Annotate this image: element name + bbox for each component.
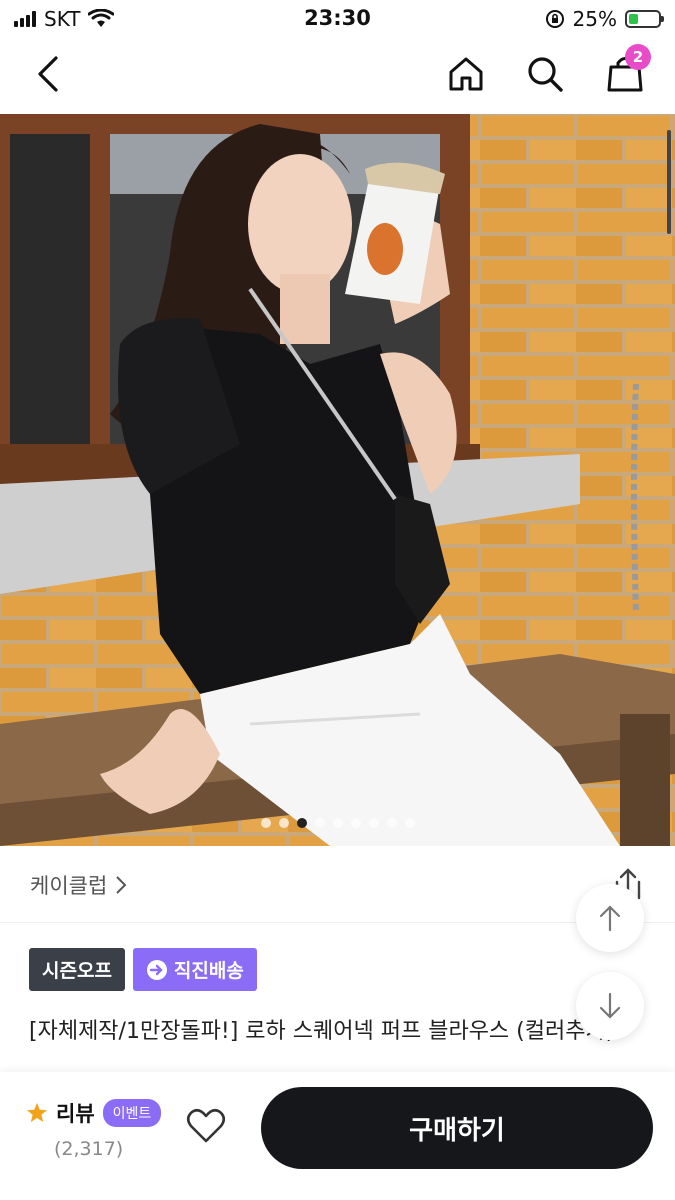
status-bar: SKT 23:30 25% [0, 0, 675, 38]
carousel-dot[interactable] [386, 818, 397, 828]
badge-label: 시즌오프 [42, 960, 112, 982]
carousel-dot[interactable] [296, 818, 307, 828]
carousel-dot[interactable] [278, 818, 289, 828]
arrow-up-icon [599, 905, 621, 932]
carousel-dot[interactable] [404, 818, 415, 828]
orientation-lock-icon [545, 10, 564, 28]
carousel-dot[interactable] [314, 818, 325, 828]
review-count: (2,317) [54, 1138, 124, 1160]
product-title: [자체제작/1만장돌파!] 로하 스퀘어넥 퍼프 블라우스 (컬러추가) [29, 1019, 615, 1044]
buy-button[interactable]: 구매하기 [261, 1087, 653, 1169]
scroll-top-button[interactable] [576, 884, 644, 952]
back-button[interactable] [24, 50, 72, 98]
product-badges: 시즌오프 직진배송 [29, 948, 257, 991]
like-button[interactable] [186, 1108, 226, 1148]
carousel-dot[interactable] [368, 818, 379, 828]
carousel-dot[interactable] [332, 818, 343, 828]
purchase-bar: 리뷰 이벤트 (2,317) 구매하기 [0, 1072, 675, 1200]
heart-icon [186, 1108, 226, 1143]
badge-label: 직진배송 [173, 960, 244, 982]
cart-count-badge: 2 [625, 44, 651, 70]
scroll-bottom-button[interactable] [576, 972, 644, 1040]
status-right: 25% [545, 7, 664, 31]
carousel-dot[interactable] [260, 818, 271, 828]
delivery-arrow-icon [146, 959, 167, 980]
event-badge: 이벤트 [102, 1099, 162, 1127]
chevron-right-icon [116, 876, 127, 894]
review-label: 리뷰 [56, 1102, 95, 1126]
arrow-down-icon [599, 992, 621, 1019]
home-icon [449, 57, 483, 91]
product-photo [0, 114, 675, 846]
search-icon [528, 57, 563, 92]
brand-row: 케이클럽 [0, 846, 675, 923]
home-button[interactable] [442, 50, 490, 98]
top-nav: 2 [0, 38, 675, 114]
cart-button[interactable]: 2 [601, 44, 651, 98]
battery-icon [625, 10, 664, 28]
direct-delivery-badge: 직진배송 [132, 948, 257, 991]
chevron-left-icon [38, 56, 58, 92]
carousel-indicator[interactable] [0, 818, 675, 828]
battery-percent: 25% [572, 7, 617, 31]
brand-name: 케이클럽 [30, 874, 108, 898]
star-icon [27, 1103, 47, 1122]
product-image-carousel[interactable] [0, 114, 675, 846]
brand-link[interactable]: 케이클럽 [30, 870, 127, 900]
search-button[interactable] [521, 50, 569, 98]
review-summary[interactable]: 리뷰 이벤트 (2,317) [26, 1098, 162, 1160]
carousel-dot[interactable] [350, 818, 361, 828]
season-off-badge: 시즌오프 [29, 948, 125, 991]
image-scrollbar [667, 130, 671, 234]
